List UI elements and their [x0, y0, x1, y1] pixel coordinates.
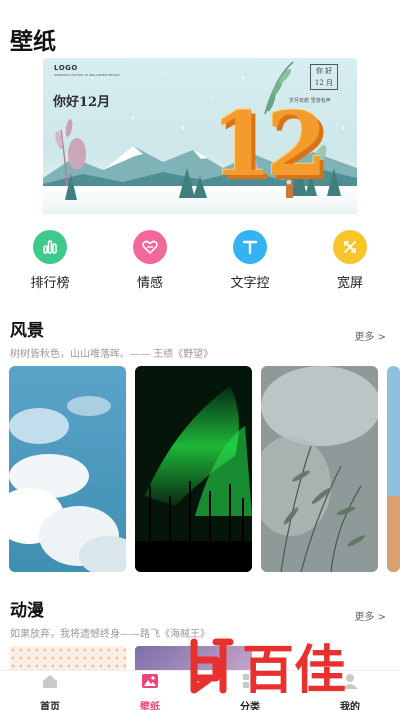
nav-label: 分类	[240, 702, 260, 710]
watermark-logo: 百佳	[190, 638, 346, 698]
category-label: 情感	[136, 276, 163, 291]
category-ranking[interactable]: 排行榜	[15, 230, 85, 291]
more-anime-button[interactable]: 更多 >	[354, 608, 386, 623]
banner-number: 12	[211, 92, 327, 196]
category-label: 文字控	[230, 276, 270, 291]
watermark-text: 百佳	[242, 641, 346, 698]
banner-logo: LOGO	[54, 64, 78, 72]
featured-banner[interactable]: LOGO OVERSEAS VECTOR OF WALLPAPER DESIGN…	[43, 58, 357, 214]
nav-wallpaper[interactable]: 壁纸	[120, 673, 180, 710]
wallpaper-card-partial[interactable]	[387, 366, 400, 572]
widescreen-icon	[333, 230, 367, 264]
home-icon	[43, 675, 57, 688]
wallpaper-card-sky[interactable]	[9, 366, 126, 572]
more-scenery-button[interactable]: 更多 >	[354, 328, 386, 343]
wallpaper-card-bamboo[interactable]	[261, 366, 378, 572]
category-text[interactable]: 文字控	[215, 230, 285, 291]
category-label: 排行榜	[30, 276, 70, 291]
anime-card-1[interactable]	[9, 646, 126, 670]
category-emotion[interactable]: 情感	[115, 230, 185, 291]
nav-label: 我的	[340, 702, 360, 710]
nav-label: 壁纸	[140, 702, 160, 710]
bamboo-mist-image	[261, 366, 378, 572]
section-title-anime: 动漫	[10, 601, 44, 621]
banner-logo-sub: OVERSEAS VECTOR OF WALLPAPER DESIGN	[54, 73, 120, 77]
chevron-right-icon: >	[374, 612, 386, 623]
more-label: 更多	[354, 332, 375, 343]
banner-stamp: 你 好 12 月	[310, 64, 338, 90]
section-subtitle-anime: 如果放弃，我将遗憾终身——路飞《海贼王》	[10, 629, 210, 640]
aurora-image	[135, 366, 252, 572]
section-subtitle-scenery: 树树皆秋色，山山唯落晖。—— 王绩《野望》	[10, 349, 214, 360]
sky-clouds-image	[9, 366, 126, 572]
nav-home[interactable]: 首页	[20, 673, 80, 710]
banner-stamp-line1: 你 好	[315, 67, 333, 75]
section-title-scenery: 风景	[10, 321, 44, 341]
wallpaper-card-aurora[interactable]	[135, 366, 252, 572]
nav-label: 首页	[40, 702, 60, 710]
chevron-right-icon: >	[374, 332, 386, 343]
banner-stamp-line2: 12 月	[314, 79, 334, 87]
wallpaper-icon	[142, 674, 158, 688]
banner-slogan: 你好12月	[53, 95, 111, 110]
heart-chat-icon	[133, 230, 167, 264]
bar-chart-icon	[33, 230, 67, 264]
text-t-icon	[233, 230, 267, 264]
category-widescreen[interactable]: 宽屏	[315, 230, 385, 291]
desert-image	[387, 366, 400, 572]
category-label: 宽屏	[336, 276, 363, 291]
page-title: 壁纸	[10, 29, 56, 55]
more-label: 更多	[354, 612, 375, 623]
